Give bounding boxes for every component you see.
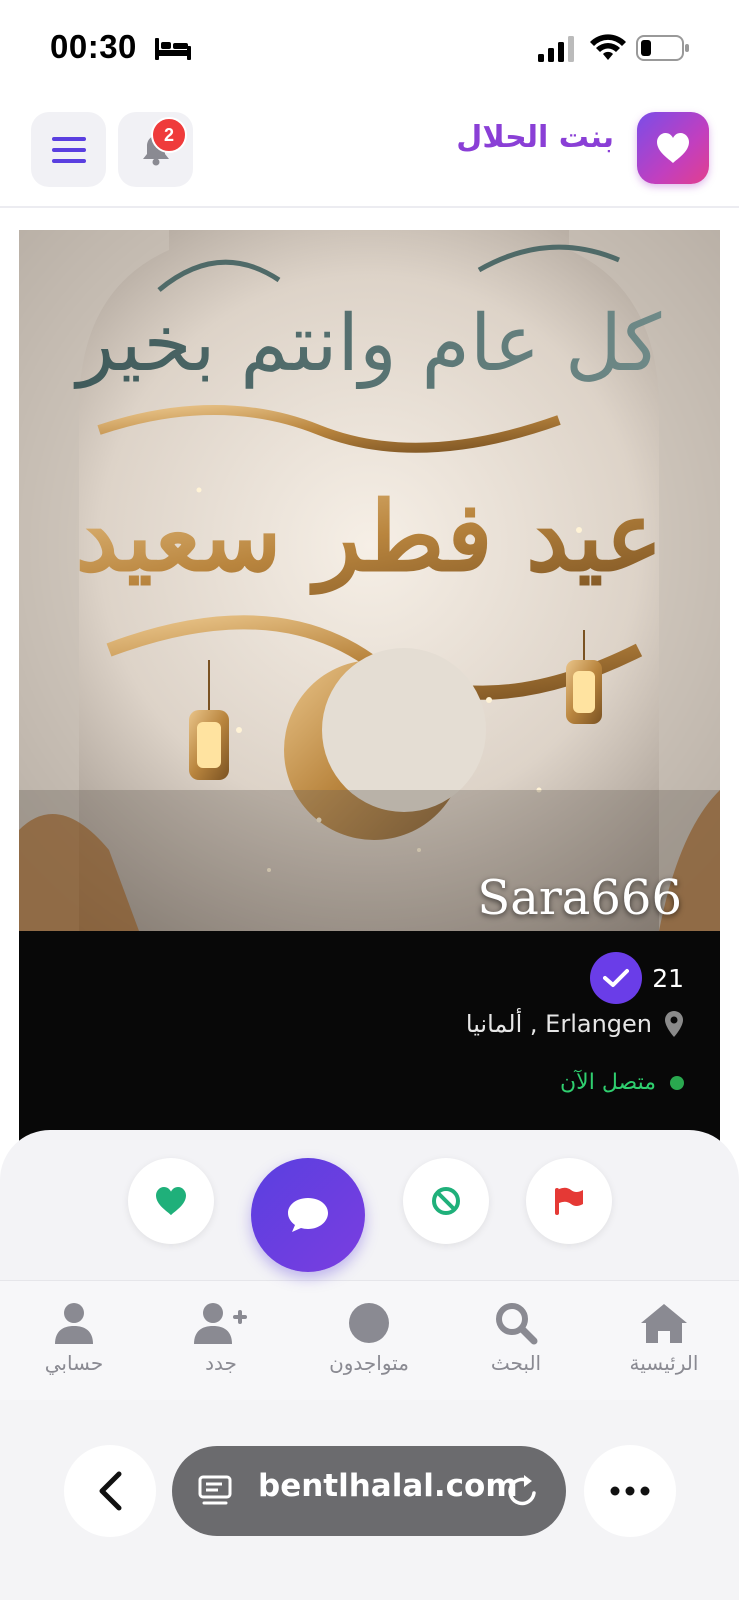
online-status-row: متصل الآن (560, 1070, 684, 1095)
profile-location: ألمانيا , Erlangen (465, 1010, 652, 1038)
menu-button[interactable] (31, 112, 106, 187)
brand-logo[interactable] (637, 112, 709, 184)
circle-icon (349, 1303, 389, 1343)
block-icon (432, 1187, 460, 1215)
profile-name[interactable]: Sara666 (477, 870, 682, 926)
search-icon (496, 1303, 538, 1345)
nav-label-new: جدد (205, 1351, 237, 1375)
status-bar: 00:30 (0, 0, 739, 100)
check-icon (603, 969, 630, 987)
home-icon (641, 1304, 687, 1343)
cellular-signal-icon (538, 36, 574, 62)
reload-icon[interactable] (506, 1473, 540, 1509)
reader-icon (198, 1475, 232, 1505)
heart-icon (156, 1186, 186, 1216)
block-button[interactable] (403, 1158, 489, 1244)
action-panel (0, 1130, 739, 1280)
photo-greeting-line1: كل عام وانتم بخير (73, 299, 662, 390)
browser-back-button[interactable] (64, 1445, 156, 1537)
report-button[interactable] (526, 1158, 612, 1244)
nav-item-home[interactable]: الرئيسية (604, 1301, 724, 1375)
more-icon (610, 1486, 650, 1496)
flag-icon (555, 1187, 583, 1215)
verified-badge (590, 952, 643, 1004)
location-row: ألمانيا , Erlangen (466, 1010, 684, 1038)
menu-icon (51, 136, 86, 163)
address-bar[interactable]: bentlhalal.com (172, 1446, 566, 1536)
brand-name: بنت الحلال (456, 120, 614, 155)
nav-label-online: متواجدون (329, 1351, 409, 1375)
nav-item-account[interactable]: حسابي (14, 1301, 134, 1375)
chat-button[interactable] (251, 1158, 365, 1272)
battery-icon (636, 35, 689, 61)
online-status-dot (670, 1075, 684, 1090)
user-plus-icon (194, 1303, 247, 1344)
profile-age: 21 (652, 963, 684, 993)
app-header: 2 بنت الحلال (0, 100, 739, 208)
like-button[interactable] (128, 1158, 214, 1244)
age-row: 21 (590, 952, 684, 1004)
notification-count-badge: 2 (151, 117, 187, 153)
chat-icon (288, 1198, 328, 1232)
nav-label-search: البحث (490, 1351, 542, 1375)
wifi-icon (590, 34, 626, 60)
browser-more-button[interactable] (584, 1445, 676, 1537)
browser-toolbar: bentlhalal.com (0, 1400, 739, 1600)
nav-label-home: الرئيسية (629, 1351, 699, 1375)
url-text: bentlhalal.com (258, 1468, 518, 1504)
profile-card[interactable]: كل عام وانتم بخير عيد فطر سعيد Sara666 2… (19, 230, 720, 1150)
online-status-text: متصل الآن (560, 1070, 656, 1095)
page: 00:30 2 بنت الحلال كل عام وانتم بخير عيد… (0, 0, 739, 1600)
notifications-button[interactable]: 2 (118, 112, 193, 187)
nav-label-account: حسابي (44, 1351, 104, 1375)
nav-item-search[interactable]: البحث (456, 1301, 576, 1375)
location-pin-icon (665, 1011, 683, 1037)
bed-icon (155, 38, 191, 60)
heart-logo-icon (657, 133, 689, 163)
nav-item-new[interactable]: جدد (161, 1301, 281, 1375)
photo-greeting-line2: عيد فطر سعيد (75, 480, 662, 595)
status-time: 00:30 (50, 28, 137, 65)
bottom-nav: حسابي جدد متواجدون البحث الرئيسية (0, 1280, 739, 1400)
user-icon (55, 1303, 93, 1344)
back-chevron-icon (99, 1471, 122, 1511)
profile-photo[interactable]: كل عام وانتم بخير عيد فطر سعيد (19, 230, 720, 931)
nav-item-online[interactable]: متواجدون (309, 1301, 429, 1375)
